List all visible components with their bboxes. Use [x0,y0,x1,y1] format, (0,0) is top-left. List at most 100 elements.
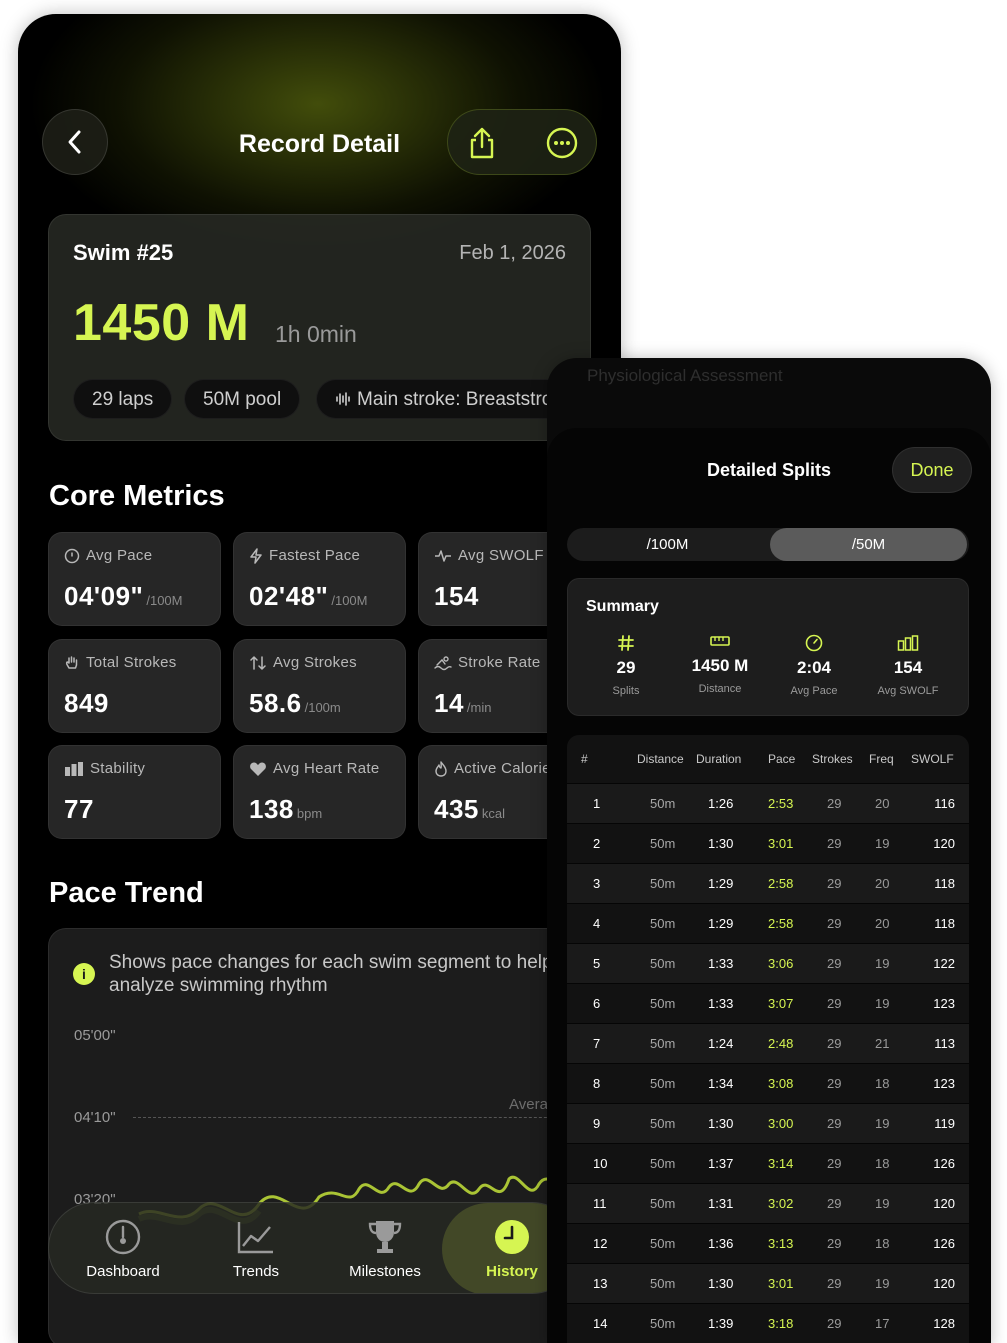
table-row: 4 50m 1:29 2:58 29 20 118 [567,903,969,943]
table-cell: 3:01 [768,836,794,851]
summary-title: Summary [586,598,659,615]
split-length-control: /100M /50M [567,528,969,561]
table-cell: 50m [650,1116,676,1131]
table-row: 2 50m 1:30 3:01 29 19 120 [567,823,969,863]
tab-trends[interactable]: Trends [192,1203,320,1293]
tab-bar: Dashboard Trends Milestones History [48,1202,578,1294]
table-cell: 50m [650,836,676,851]
pace-trend-title: Pace Trend [49,877,204,909]
table-row: 5 50m 1:33 3:06 29 19 122 [567,943,969,983]
table-cell: 6 [593,996,601,1011]
hand-icon [65,655,78,669]
table-cell: 4 [593,916,601,931]
table-cell: 50m [650,1316,676,1331]
table-cell: 29 [827,1316,842,1331]
column-header: Pace [768,752,796,766]
table-cell: 19 [875,1276,890,1291]
table-cell: 29 [827,956,842,971]
table-row: 7 50m 1:24 2:48 29 21 113 [567,1023,969,1063]
table-cell: 50m [650,956,676,971]
table-cell: 120 [933,1196,955,1211]
pool-chip: 50M pool [184,379,301,419]
info-icon: i [73,963,95,985]
table-cell: 3:06 [768,956,794,971]
column-header: Distance [637,752,684,766]
table-cell: 29 [827,916,842,931]
table-cell: 1 [593,796,601,811]
column-header: SWOLF [911,752,954,766]
table-cell: 18 [875,1076,890,1091]
bars-icon [65,761,83,776]
table-cell: 1:39 [708,1316,734,1331]
table-row: 10 50m 1:37 3:14 29 18 126 [567,1143,969,1183]
table-cell: 3:02 [768,1196,794,1211]
table-cell: 19 [875,996,890,1011]
segment-50m[interactable]: /50M [770,528,967,561]
column-header: Freq [869,752,894,766]
table-cell: 20 [875,796,890,811]
table-cell: 1:29 [708,876,734,891]
swim-duration: 1h 0min [275,321,357,347]
table-cell: 3 [593,876,601,891]
table-cell: 3:18 [768,1316,794,1331]
table-cell: 9 [593,1116,601,1131]
table-cell: 29 [827,1276,842,1291]
summary-card: Summary 29 Splits 1450 M Distance 2:04 A… [567,578,969,716]
table-cell: 118 [934,916,955,931]
summary-label: Distance [698,683,742,695]
header-actions [447,109,597,175]
summary-label: Splits [612,685,640,697]
table-cell: 2 [593,836,601,851]
heart-icon [250,762,266,776]
clock-icon [64,548,80,563]
table-cell: 1:30 [708,1276,734,1291]
metric-unit: bpm [296,806,323,821]
table-cell: 20 [875,876,890,891]
swap-arrows-icon [250,655,266,670]
table-cell: 50m [650,876,676,891]
summary-value: 2:04 [796,658,832,677]
metric-label: Avg Heart Rate [273,760,380,777]
y-tick-label: 05'00" [74,1027,116,1044]
column-header: Strokes [812,752,853,766]
table-cell: 1:33 [708,956,734,971]
table-cell: 19 [875,836,890,851]
table-row: 11 50m 1:31 3:02 29 19 120 [567,1183,969,1223]
table-cell: 29 [827,876,842,891]
background-title: Physiological Assessment [587,366,783,385]
tab-dashboard[interactable]: Dashboard [59,1203,187,1293]
tab-label: Dashboard [86,1263,160,1280]
table-row: 9 50m 1:30 3:00 29 19 119 [567,1103,969,1143]
table-cell: 29 [827,1196,842,1211]
table-cell: 3:07 [768,996,794,1011]
table-cell: 2:53 [768,796,794,811]
more-icon [546,127,578,159]
table-cell: 29 [827,1116,842,1131]
table-cell: 1:30 [708,836,734,851]
screenshot-stage: Record Detail Swim #25 Feb 1, 2026 1450 … [0,0,1007,1343]
more-button[interactable] [544,125,580,161]
table-cell: 1:26 [708,796,734,811]
table-cell: 118 [934,876,955,891]
table-cell: 29 [827,836,842,851]
metric-stability: Stability 77 [48,745,221,839]
metric-unit: kcal [481,806,506,821]
metric-total-strokes: Total Strokes 849 [48,639,221,733]
table-cell: 3:13 [768,1236,794,1251]
table-cell: 12 [593,1236,608,1251]
done-button[interactable]: Done [892,447,972,493]
table-row: 13 50m 1:30 3:01 29 19 120 [567,1263,969,1303]
table-cell: 29 [827,1036,842,1051]
tab-milestones[interactable]: Milestones [321,1203,449,1293]
splits-table: # Distance Duration Pace Strokes Freq SW… [567,735,969,1343]
gauge-icon [105,1219,141,1255]
summary-value: 29 [616,658,636,677]
share-button[interactable] [464,125,500,161]
table-cell: 1:33 [708,996,734,1011]
table-cell: 5 [593,956,601,971]
table-cell: 50m [650,1196,676,1211]
table-cell: 126 [933,1156,955,1171]
ruler-icon [710,636,730,646]
segment-100m[interactable]: /100M [569,528,766,561]
table-cell: 1:37 [708,1156,734,1171]
